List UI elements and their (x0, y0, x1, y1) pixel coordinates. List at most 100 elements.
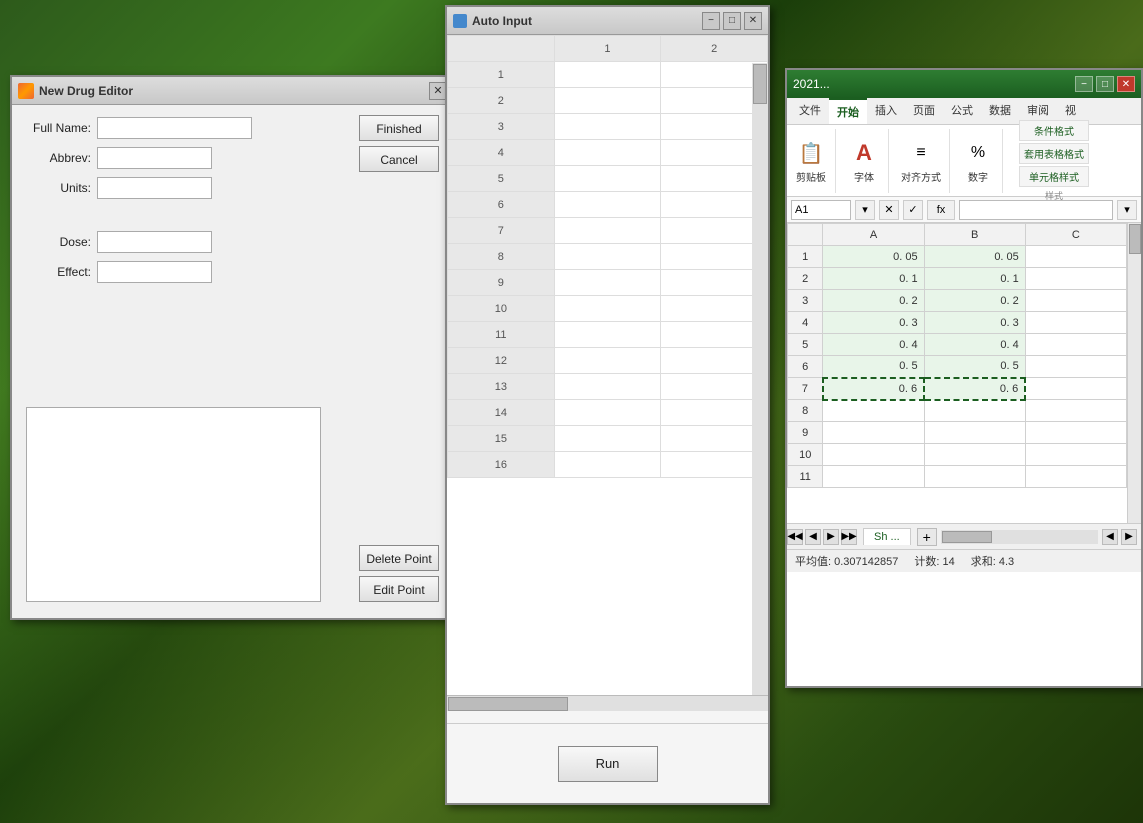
sheet-tab-sh[interactable]: Sh ... (863, 528, 911, 545)
name-bar-expand-button[interactable]: ▾ (855, 200, 875, 220)
auto-input-cell[interactable] (554, 114, 661, 140)
excel-cell[interactable]: 0. 2 (823, 290, 924, 312)
excel-cell[interactable]: 0. 6 (924, 378, 1025, 400)
excel-scrollbar-h[interactable] (941, 530, 1098, 544)
table-format-button[interactable]: 套用表格格式 (1019, 143, 1089, 164)
excel-cell[interactable] (924, 444, 1025, 466)
font-icon[interactable]: A (848, 137, 880, 169)
edit-point-button[interactable]: Edit Point (359, 576, 439, 602)
excel-cell[interactable] (924, 400, 1025, 422)
scroll-left-button[interactable]: ◀ (1102, 529, 1118, 545)
excel-cell[interactable]: 0. 3 (823, 312, 924, 334)
excel-cell[interactable]: 0. 4 (924, 334, 1025, 356)
excel-cell[interactable] (924, 422, 1025, 444)
sheet-nav-first-button[interactable]: ◀◀ (787, 529, 803, 545)
excel-cell[interactable] (1025, 334, 1126, 356)
excel-cell[interactable]: 0. 1 (924, 268, 1025, 290)
excel-scrollbar-v[interactable] (1127, 223, 1141, 523)
name-box-input[interactable] (791, 200, 851, 220)
auto-input-cell[interactable] (554, 166, 661, 192)
auto-input-maximize-button[interactable]: □ (723, 12, 741, 30)
auto-input-cell[interactable] (554, 374, 661, 400)
fullname-input[interactable] (97, 117, 252, 139)
excel-maximize-button[interactable]: □ (1096, 76, 1114, 92)
excel-col-header-A[interactable]: A (823, 224, 924, 246)
formula-fn-button[interactable]: fx (927, 200, 955, 220)
auto-input-cell[interactable] (554, 270, 661, 296)
auto-input-cell[interactable] (554, 192, 661, 218)
auto-input-cell[interactable] (554, 88, 661, 114)
formula-confirm-button[interactable]: ✓ (903, 200, 923, 220)
grid-scrollbar-h[interactable] (447, 695, 768, 711)
excel-cell[interactable] (1025, 356, 1126, 378)
excel-cell[interactable] (1025, 312, 1126, 334)
excel-minimize-button[interactable]: − (1075, 76, 1093, 92)
grid-scrollbar-v[interactable] (752, 63, 768, 695)
cancel-button[interactable]: Cancel (359, 146, 439, 172)
auto-input-cell[interactable] (554, 426, 661, 452)
effect-input[interactable] (97, 261, 212, 283)
excel-cell[interactable]: 0. 6 (823, 378, 924, 400)
formula-bar-input[interactable] (959, 200, 1113, 220)
formula-cancel-button[interactable]: ✕ (879, 200, 899, 220)
align-icon[interactable]: ≡ (905, 137, 937, 169)
points-list[interactable] (26, 407, 321, 602)
sheet-nav-last-button[interactable]: ▶▶ (841, 529, 857, 545)
excel-cell[interactable] (1025, 378, 1126, 400)
auto-input-close-button[interactable]: ✕ (744, 12, 762, 30)
tab-file[interactable]: 文件 (791, 98, 829, 124)
auto-input-cell[interactable] (554, 218, 661, 244)
tab-home[interactable]: 开始 (829, 98, 867, 124)
scroll-right-button[interactable]: ▶ (1121, 529, 1137, 545)
finished-button[interactable]: Finished (359, 115, 439, 141)
add-sheet-button[interactable]: + (917, 528, 937, 546)
excel-cell[interactable] (823, 400, 924, 422)
units-input[interactable] (97, 177, 212, 199)
auto-input-cell[interactable] (554, 62, 661, 88)
excel-cell[interactable] (823, 422, 924, 444)
excel-cell[interactable] (1025, 268, 1126, 290)
excel-cell[interactable] (823, 466, 924, 488)
excel-cell[interactable] (823, 444, 924, 466)
number-icon[interactable]: % (962, 137, 994, 169)
tab-insert[interactable]: 插入 (867, 98, 905, 124)
tab-page[interactable]: 页面 (905, 98, 943, 124)
excel-cell[interactable] (924, 466, 1025, 488)
auto-input-cell[interactable] (554, 244, 661, 270)
sheet-nav-next-button[interactable]: ▶ (823, 529, 839, 545)
run-button[interactable]: Run (558, 746, 658, 782)
conditional-format-button[interactable]: 条件格式 (1019, 120, 1089, 141)
excel-cell[interactable]: 0. 1 (823, 268, 924, 290)
excel-cell[interactable]: 0. 2 (924, 290, 1025, 312)
excel-cell[interactable]: 0. 5 (823, 356, 924, 378)
excel-col-header-C[interactable]: C (1025, 224, 1126, 246)
tab-formula[interactable]: 公式 (943, 98, 981, 124)
excel-cell[interactable] (1025, 466, 1126, 488)
formula-bar-expand-button[interactable]: ▾ (1117, 200, 1137, 220)
auto-input-cell[interactable] (554, 452, 661, 478)
auto-input-cell[interactable] (554, 400, 661, 426)
excel-cell[interactable]: 0. 5 (924, 356, 1025, 378)
excel-cell[interactable] (1025, 444, 1126, 466)
delete-point-button[interactable]: Delete Point (359, 545, 439, 571)
excel-close-button[interactable]: ✕ (1117, 76, 1135, 92)
excel-cell[interactable]: 0. 05 (823, 246, 924, 268)
sheet-nav-prev-button[interactable]: ◀ (805, 529, 821, 545)
auto-input-cell[interactable] (554, 140, 661, 166)
excel-cell[interactable] (1025, 422, 1126, 444)
excel-cell[interactable]: 0. 4 (823, 334, 924, 356)
excel-cell[interactable] (1025, 246, 1126, 268)
tab-data[interactable]: 数据 (981, 98, 1019, 124)
excel-cell[interactable] (1025, 400, 1126, 422)
clipboard-icon[interactable]: 📋 (795, 137, 827, 169)
excel-cell[interactable] (1025, 290, 1126, 312)
auto-input-minimize-button[interactable]: − (702, 12, 720, 30)
excel-col-header-B[interactable]: B (924, 224, 1025, 246)
cell-styles-button[interactable]: 单元格样式 (1019, 166, 1089, 187)
auto-input-cell[interactable] (554, 296, 661, 322)
dose-input[interactable] (97, 231, 212, 253)
abbrev-input[interactable] (97, 147, 212, 169)
excel-cell[interactable]: 0. 3 (924, 312, 1025, 334)
excel-cell[interactable]: 0. 05 (924, 246, 1025, 268)
auto-input-cell[interactable] (554, 322, 661, 348)
